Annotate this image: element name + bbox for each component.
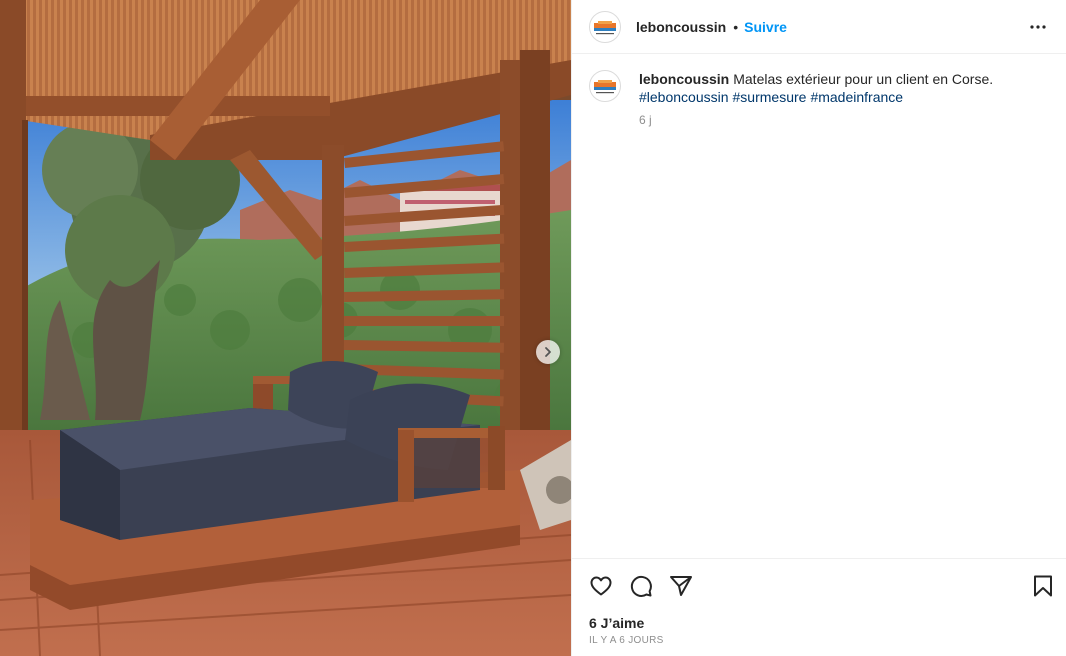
photo-outdoor-daybed [0, 0, 571, 656]
like-button[interactable] [588, 573, 614, 599]
post-actions: 6 J’aime IL Y A 6 JOURS [572, 558, 1066, 656]
instagram-post: leboncoussin • Suivre leboncoussin Matel… [0, 0, 1066, 656]
caption: leboncoussin Matelas extérieur pour un cl… [589, 70, 1050, 129]
caption-username[interactable]: leboncoussin [639, 71, 729, 87]
post-timestamp[interactable]: IL Y A 6 JOURS [589, 635, 664, 646]
hashtag-link[interactable]: #madeinfrance [810, 89, 903, 105]
chevron-right-icon [545, 347, 551, 357]
hashtags: #leboncoussin #surmesure #madeinfrance [639, 88, 993, 106]
more-options-button[interactable] [1026, 15, 1050, 39]
comment-button[interactable] [628, 573, 654, 599]
comments-section: leboncoussin Matelas extérieur pour un cl… [572, 54, 1066, 558]
post-photo[interactable] [0, 0, 571, 656]
save-button[interactable] [1030, 573, 1056, 599]
avatar[interactable] [589, 10, 621, 43]
likes-count[interactable]: 6 J’aime [589, 615, 644, 631]
action-bar [588, 573, 1056, 599]
separator-dot: • [733, 18, 739, 35]
caption-text: Matelas extérieur pour un client en Cors… [733, 71, 994, 87]
avatar[interactable] [589, 70, 621, 102]
leboncoussin-logo [594, 20, 616, 34]
post-author-username[interactable]: leboncoussin [636, 19, 726, 35]
share-button[interactable] [668, 573, 694, 599]
post-header: leboncoussin • Suivre [572, 0, 1066, 54]
post-side-panel: leboncoussin • Suivre leboncoussin Matel… [571, 0, 1066, 656]
caption-time-ago[interactable]: 6 j [639, 111, 993, 129]
next-photo-button[interactable] [536, 340, 560, 364]
comment-bubble-icon [630, 575, 652, 597]
more-horizontal-icon [1030, 24, 1046, 29]
caption-body: leboncoussin Matelas extérieur pour un cl… [639, 70, 993, 129]
hashtag-link[interactable]: #surmesure [733, 89, 807, 105]
paper-plane-icon [670, 576, 692, 596]
heart-icon [590, 576, 612, 596]
leboncoussin-logo [594, 80, 616, 94]
follow-button[interactable]: Suivre [744, 19, 787, 35]
bookmark-icon [1034, 575, 1052, 597]
hashtag-link[interactable]: #leboncoussin [639, 89, 729, 105]
